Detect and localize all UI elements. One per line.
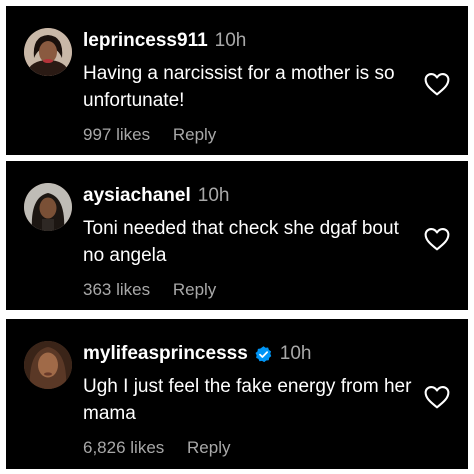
likes-count[interactable]: 997 likes [83,125,150,144]
comment-meta: 6,826 likes Reply [83,437,230,459]
comment-header: mylifeasprincesss 10h [83,342,311,366]
comment-header: aysiachanel 10h [83,184,229,208]
avatar[interactable] [24,183,72,231]
reply-button[interactable]: Reply [173,280,216,299]
comment-card: leprincess911 10h Having a narcissist fo… [6,6,468,155]
timestamp: 10h [279,343,312,364]
comment-card: mylifeasprincesss 10h Ugh I just feel th… [6,319,468,469]
comment-meta: 997 likes Reply [83,124,216,146]
avatar[interactable] [24,341,72,389]
reply-button[interactable]: Reply [187,438,230,457]
username[interactable]: leprincess911 [83,29,208,53]
comment-meta: 363 likes Reply [83,279,216,301]
heart-outline-icon[interactable] [424,72,450,96]
avatar[interactable] [24,28,72,76]
reply-button[interactable]: Reply [173,125,216,144]
username[interactable]: aysiachanel [83,184,191,208]
verified-badge-icon [255,345,272,362]
comment-header: leprincess911 10h [83,29,246,53]
heart-outline-icon[interactable] [424,385,450,409]
comment-text: Toni needed that check she dgaf bout no … [83,218,399,266]
comment-card: aysiachanel 10h Toni needed that check s… [6,161,468,310]
likes-count[interactable]: 363 likes [83,280,150,299]
comment-text: Having a narcissist for a mother is so u… [83,63,395,111]
timestamp: 10h [214,30,247,51]
likes-count[interactable]: 6,826 likes [83,438,164,457]
comment-text: Ugh I just feel the fake energy from her… [83,376,412,424]
heart-outline-icon[interactable] [424,227,450,251]
username[interactable]: mylifeasprincesss [83,342,248,366]
timestamp: 10h [197,185,230,206]
